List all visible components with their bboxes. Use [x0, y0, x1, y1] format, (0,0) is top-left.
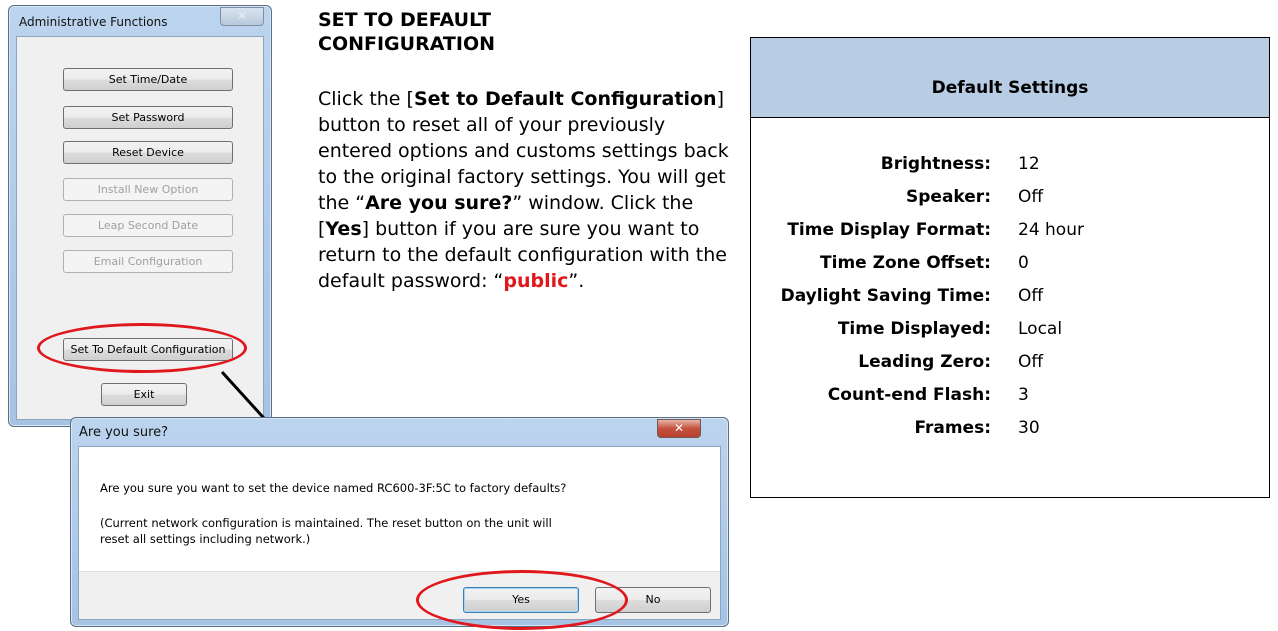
setting-value: 0 [1018, 253, 1029, 273]
confirm-dialog-window: Are you sure? ✕ Are you sure you want to… [70, 417, 729, 627]
setting-row-brightness: Brightness: 12 [751, 148, 1269, 181]
setting-value: Local [1018, 319, 1063, 339]
setting-row-time-display-format: Time Display Format: 24 hour [751, 214, 1269, 247]
setting-row-time-zone-offset: Time Zone Offset: 0 [751, 247, 1269, 280]
default-settings-table: Default Settings Brightness: 12 Speaker:… [750, 37, 1270, 498]
confirm-close-button[interactable]: ✕ [657, 419, 701, 438]
setting-row-daylight-saving-time: Daylight Saving Time: Off [751, 280, 1269, 313]
setting-value: 12 [1018, 154, 1040, 174]
setting-value: Off [1018, 286, 1044, 306]
setting-label: Daylight Saving Time: [780, 286, 991, 306]
setting-label: Brightness: [880, 154, 991, 174]
yes-button[interactable]: Yes [463, 587, 579, 613]
setting-row-count-end-flash: Count-end Flash: 3 [751, 379, 1269, 412]
setting-row-leading-zero: Leading Zero: Off [751, 346, 1269, 379]
confirm-note-line1: (Current network configuration is mainta… [100, 516, 552, 530]
setting-label: Count-end Flash: [827, 385, 991, 405]
setting-value: Off [1018, 187, 1044, 207]
setting-label: Time Zone Offset: [820, 253, 991, 273]
default-settings-title: Default Settings [751, 38, 1269, 118]
setting-label: Time Display Format: [787, 220, 991, 240]
setting-value: 24 hour [1018, 220, 1084, 240]
setting-label: Leading Zero: [858, 352, 991, 372]
confirm-note-line2: reset all settings including network.) [100, 532, 311, 546]
setting-label: Speaker: [906, 187, 991, 207]
setting-label: Time Displayed: [837, 319, 991, 339]
no-button[interactable]: No [595, 587, 711, 613]
setting-row-speaker: Speaker: Off [751, 181, 1269, 214]
setting-row-time-displayed: Time Displayed: Local [751, 313, 1269, 346]
setting-label: Frames: [914, 418, 991, 438]
setting-value: Off [1018, 352, 1044, 372]
confirm-dialog-title: Are you sure? [79, 425, 169, 440]
close-icon: ✕ [673, 421, 685, 435]
setting-value: 30 [1018, 418, 1040, 438]
setting-value: 3 [1018, 385, 1029, 405]
confirm-message: Are you sure you want to set the device … [100, 481, 567, 495]
setting-row-frames: Frames: 30 [751, 412, 1269, 445]
confirm-dialog-body: Are you sure you want to set the device … [78, 446, 721, 620]
